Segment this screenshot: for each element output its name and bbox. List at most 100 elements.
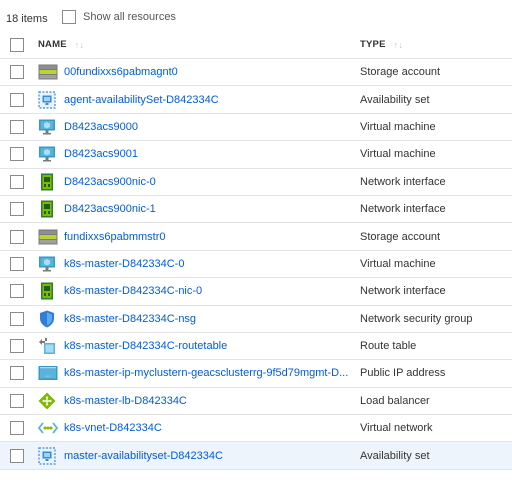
resource-name-link[interactable]: k8s-master-D842334C-routetable [64, 340, 227, 352]
row-check-cell [0, 421, 38, 436]
type-column-header[interactable]: TYPE ↑↓ [360, 39, 512, 50]
table-row[interactable]: k8s-master-D842334C-0 Virtual machine [0, 251, 512, 279]
table-row[interactable]: fundixxs6pabmmstr0 Storage account [0, 223, 512, 251]
resource-icon-cell [38, 255, 64, 273]
row-check-cell [0, 119, 38, 134]
row-check-cell [0, 256, 38, 271]
resource-name-link[interactable]: k8s-master-D842334C-nsg [64, 313, 196, 325]
public-ip-icon: ... [38, 365, 58, 381]
row-checkbox[interactable] [10, 366, 24, 381]
resource-name-link[interactable]: D8423acs900nic-0 [64, 176, 156, 188]
table-row[interactable]: k8s-master-D842334C-routetable Route tab… [0, 333, 512, 361]
table-row[interactable]: agent-availabilitySet-D842334C Availabil… [0, 86, 512, 114]
virtual-machine-icon [38, 255, 56, 273]
resource-icon-cell [38, 420, 64, 436]
storage-account-icon [38, 64, 58, 80]
virtual-network-icon [38, 420, 58, 436]
row-checkbox[interactable] [10, 311, 24, 326]
header-check-cell [0, 37, 38, 52]
resource-type: Public IP address [360, 367, 446, 380]
row-check-cell [0, 311, 38, 326]
row-check-cell [0, 448, 38, 463]
resource-type: Network security group [360, 312, 473, 325]
resource-type: Storage account [360, 66, 441, 79]
resource-table: NAME ↑↓ TYPE ↑↓ 00fundixxs6pabmagnt0 Sto… [0, 31, 512, 470]
resource-name-cell: k8s-vnet-D842334C [64, 422, 360, 434]
row-checkbox[interactable] [10, 202, 24, 217]
resource-type: Network interface [360, 175, 446, 188]
name-header-cell: NAME ↑↓ [38, 39, 360, 50]
resource-name-cell: agent-availabilitySet-D842334C [64, 94, 360, 106]
resource-icon-cell [38, 64, 64, 80]
resource-name-cell: k8s-master-lb-D842334C [64, 395, 360, 407]
table-row[interactable]: k8s-master-lb-D842334C Load balancer [0, 388, 512, 416]
resource-name-cell: 00fundixxs6pabmagnt0 [64, 66, 360, 78]
table-row[interactable]: k8s-vnet-D842334C Virtual network [0, 415, 512, 443]
resource-name-link[interactable]: k8s-master-lb-D842334C [64, 395, 187, 407]
row-checkbox[interactable] [10, 393, 24, 408]
table-row[interactable]: D8423acs9000 Virtual machine [0, 114, 512, 142]
resource-type: Availability set [360, 449, 430, 462]
resource-name-link[interactable]: k8s-master-ip-myclustern-geacsclusterrg-… [64, 367, 348, 379]
resource-name-cell: D8423acs9000 [64, 121, 360, 133]
row-checkbox[interactable] [10, 119, 24, 134]
row-check-cell [0, 202, 38, 217]
resource-name-link[interactable]: agent-availabilitySet-D842334C [64, 94, 219, 106]
row-check-cell [0, 284, 38, 299]
resource-name-link[interactable]: k8s-vnet-D842334C [64, 422, 162, 434]
virtual-machine-icon [38, 118, 56, 136]
resource-name-link[interactable]: fundixxs6pabmmstr0 [64, 231, 166, 243]
table-row[interactable]: D8423acs9001 Virtual machine [0, 141, 512, 169]
table-row[interactable]: master-availabilityset-D842334C Availabi… [0, 442, 512, 470]
name-column-header[interactable]: NAME ↑↓ [38, 39, 360, 50]
type-header-cell: TYPE ↑↓ [360, 39, 512, 50]
row-check-cell [0, 393, 38, 408]
row-checkbox[interactable] [10, 339, 24, 354]
show-all-checkbox[interactable] [62, 10, 76, 24]
table-row[interactable]: k8s-master-D842334C-nsg Network security… [0, 306, 512, 333]
resource-name-cell: k8s-master-D842334C-nic-0 [64, 285, 360, 297]
network-interface-icon [38, 200, 56, 218]
resource-icon-cell [38, 173, 64, 191]
resource-icon-cell [38, 282, 64, 300]
row-checkbox[interactable] [10, 448, 24, 463]
resource-name-link[interactable]: D8423acs900nic-1 [64, 203, 156, 215]
resource-name-link[interactable]: D8423acs9000 [64, 121, 138, 133]
resource-name-link[interactable]: master-availabilityset-D842334C [64, 450, 223, 462]
name-column-label: NAME [38, 39, 67, 50]
row-checkbox[interactable] [10, 284, 24, 299]
table-header: NAME ↑↓ TYPE ↑↓ [0, 31, 512, 59]
table-body: 00fundixxs6pabmagnt0 Storage account age… [0, 59, 512, 470]
resource-list-page: 18 items Show all resources NAME ↑↓ TYPE… [0, 0, 512, 492]
route-table-icon [38, 337, 56, 355]
network-interface-icon [38, 282, 56, 300]
row-checkbox[interactable] [10, 65, 24, 80]
sort-icon: ↑↓ [74, 39, 85, 50]
row-checkbox[interactable] [10, 256, 24, 271]
resource-name-link[interactable]: k8s-master-D842334C-nic-0 [64, 285, 202, 297]
row-checkbox[interactable] [10, 229, 24, 244]
row-checkbox[interactable] [10, 174, 24, 189]
row-checkbox[interactable] [10, 92, 24, 107]
table-row[interactable]: D8423acs900nic-1 Network interface [0, 196, 512, 224]
resource-name-cell: D8423acs9001 [64, 148, 360, 160]
resource-name-link[interactable]: D8423acs9001 [64, 148, 138, 160]
resource-name-cell: k8s-master-D842334C-routetable [64, 340, 360, 352]
table-row[interactable]: ... k8s-master-ip-myclustern-geacscluste… [0, 360, 512, 388]
row-checkbox[interactable] [10, 147, 24, 162]
resource-icon-cell [38, 392, 64, 410]
sort-icon: ↑↓ [393, 39, 404, 50]
type-column-label: TYPE [360, 39, 386, 50]
select-all-checkbox[interactable] [10, 37, 24, 52]
virtual-machine-icon [38, 145, 56, 163]
resource-name-link[interactable]: k8s-master-D842334C-0 [64, 258, 184, 270]
table-row[interactable]: k8s-master-D842334C-nic-0 Network interf… [0, 278, 512, 306]
show-all-resources-toggle[interactable]: Show all resources [62, 10, 176, 24]
row-checkbox[interactable] [10, 421, 24, 436]
resource-name-cell: k8s-master-D842334C-nsg [64, 313, 360, 325]
resource-name-link[interactable]: 00fundixxs6pabmagnt0 [64, 66, 178, 78]
resource-name-cell: D8423acs900nic-1 [64, 203, 360, 215]
table-row[interactable]: D8423acs900nic-0 Network interface [0, 169, 512, 196]
resource-name-cell: k8s-master-ip-myclustern-geacsclusterrg-… [64, 367, 360, 379]
table-row[interactable]: 00fundixxs6pabmagnt0 Storage account [0, 59, 512, 87]
